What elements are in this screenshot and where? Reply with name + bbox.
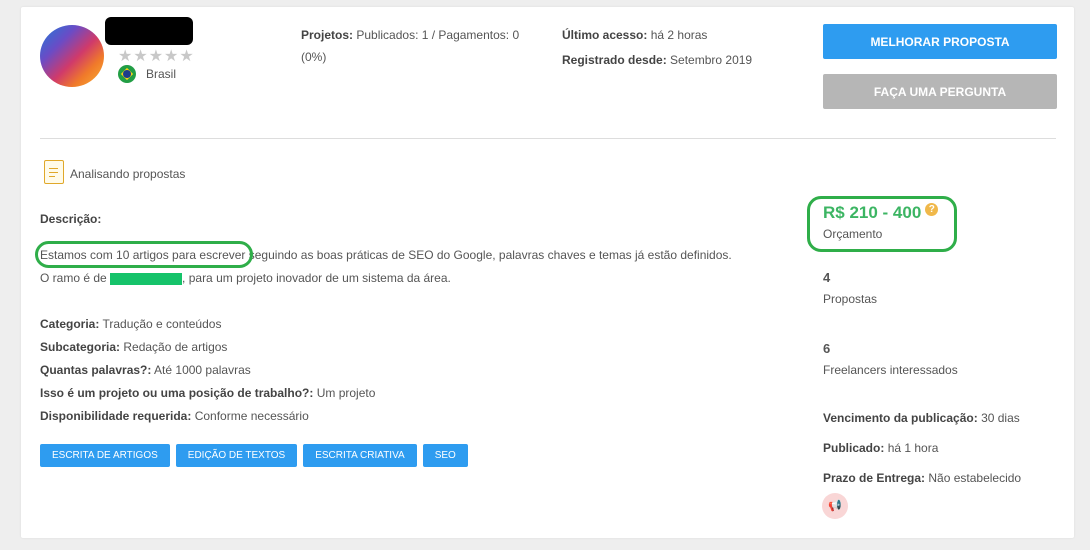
detail-subcategory: Subcategoria: Redação de artigos [40, 340, 228, 354]
tag-article-writing[interactable]: ESCRITA DE ARTIGOS [40, 444, 170, 467]
rating-stars: ★★★★★ [118, 48, 195, 65]
ask-question-button[interactable]: FAÇA UMA PERGUNTA [823, 74, 1057, 109]
redacted-sector [110, 272, 183, 285]
document-icon [44, 160, 64, 184]
tag-creative-writing[interactable]: ESCRITA CRIATIVA [303, 444, 417, 467]
detail-type: Isso é um projeto ou uma posição de trab… [40, 386, 376, 400]
project-details: Categoria: Tradução e conteúdos Subcateg… [40, 313, 800, 428]
detail-words: Quantas palavras?: Até 1000 palavras [40, 363, 251, 377]
annotation-oval-budget [807, 196, 957, 252]
proposals-stat: 4 Propostas [823, 270, 878, 306]
project-card: ★★★★★ Brasil Projetos: Publicados: 1 / P… [21, 7, 1074, 538]
brazil-flag-icon [118, 65, 136, 83]
project-status: Analisando propostas [70, 167, 186, 181]
client-avatar[interactable] [40, 25, 104, 87]
tag-seo[interactable]: SEO [422, 444, 468, 467]
client-country: Brasil [146, 67, 177, 81]
header-divider [40, 138, 1056, 139]
detail-category: Categoria: Tradução e conteúdos [40, 317, 222, 331]
skill-tags: ESCRITA DE ARTIGOS EDIÇÃO DE TEXTOS ESCRIT… [40, 444, 474, 467]
redacted-client-name [105, 17, 193, 45]
projects-info: Projetos: Publicados: 1 / Pagamentos: 0 … [301, 28, 520, 64]
annotation-oval-description [35, 241, 253, 268]
tag-text-editing[interactable]: EDIÇÃO DE TEXTOS [175, 444, 298, 467]
description-label: Descrição: [40, 212, 102, 226]
report-megaphone-icon[interactable]: 📢 [822, 493, 848, 519]
access-info: Último acesso: há 2 horas Registrado des… [562, 28, 753, 67]
interested-stat: 6 Freelancers interessados [823, 341, 958, 377]
improve-proposal-button[interactable]: MELHORAR PROPOSTA [823, 24, 1057, 59]
detail-availability: Disponibilidade requerida: Conforme nece… [40, 409, 309, 423]
publication-info: Vencimento da publicação: 30 dias Public… [823, 411, 1022, 485]
